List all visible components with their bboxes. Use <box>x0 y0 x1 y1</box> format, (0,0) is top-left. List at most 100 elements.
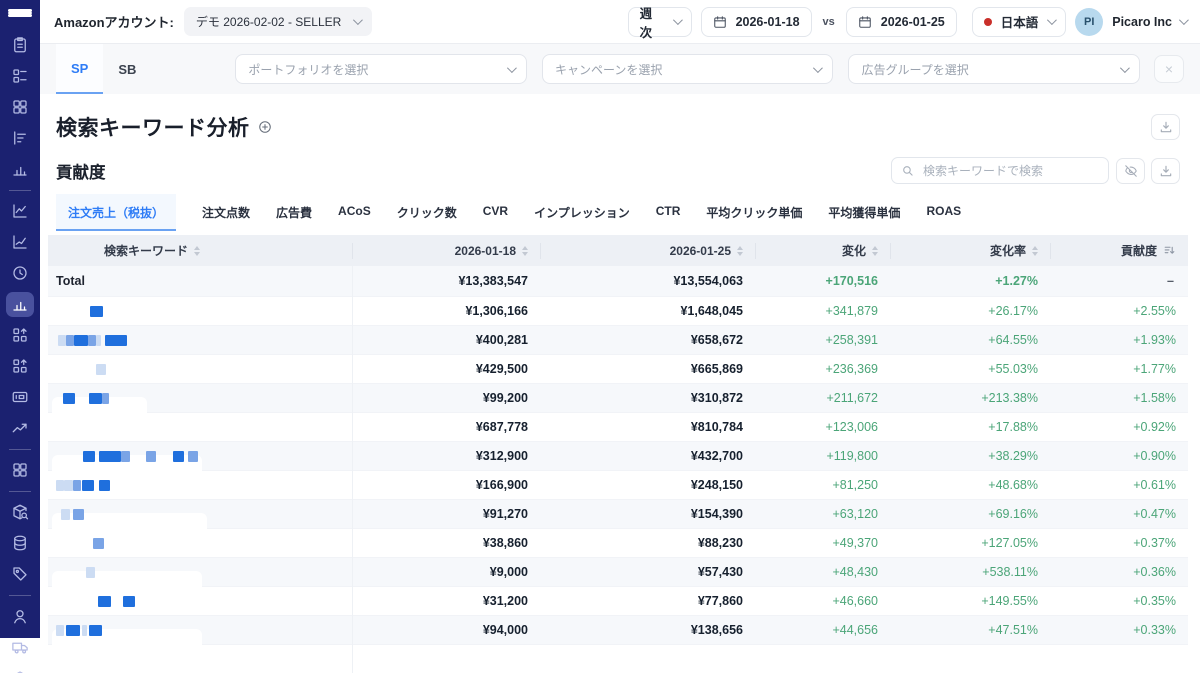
keyword-search[interactable] <box>891 157 1109 184</box>
sidebar-item-line-chart[interactable] <box>6 199 34 224</box>
censored-keyword-cell <box>48 557 352 586</box>
sidebar-item-clock[interactable] <box>6 261 34 286</box>
table-cell: +0.35% <box>1050 586 1188 615</box>
table-row: ¥1,306,166¥1,648,045+341,879+26.17%+2.55… <box>48 296 1188 325</box>
chevron-down-icon <box>1047 15 1057 25</box>
column-header-date-to[interactable]: 2026-01-25 <box>540 235 755 266</box>
hide-columns-button[interactable] <box>1116 158 1145 184</box>
search-input[interactable] <box>921 163 1099 179</box>
table-cell: ¥687,778 <box>352 412 540 441</box>
column-header-keyword[interactable]: 検索キーワード <box>48 235 352 266</box>
download-button[interactable] <box>1151 114 1180 140</box>
sort-icon <box>522 246 528 256</box>
metric-tab-11[interactable]: ROAS <box>926 194 961 231</box>
portfolio-select[interactable]: ポートフォリオを選択 <box>235 54 527 84</box>
sidebar-item-tag[interactable] <box>6 562 34 587</box>
sidebar-item-line-chart-alt[interactable] <box>6 230 34 255</box>
table-row: ¥687,778¥810,784+123,006+17.88%+0.92% <box>48 412 1188 441</box>
download-table-button[interactable] <box>1151 158 1180 184</box>
censored-keyword-cell <box>48 325 352 354</box>
column-header-date-from[interactable]: 2026-01-18 <box>352 235 540 266</box>
column-header-change-rate[interactable]: 変化率 <box>890 235 1050 266</box>
table-cell: ¥1,306,166 <box>352 296 540 325</box>
table-cell: ¥99,200 <box>352 383 540 412</box>
tab-sp[interactable]: SP <box>56 44 103 94</box>
sidebar-item-id-card[interactable] <box>6 385 34 410</box>
trend-up-icon <box>11 419 29 437</box>
table-row: ¥31,200¥77,860+46,660+149.55%+0.35% <box>48 586 1188 615</box>
table-cell: ¥310,872 <box>540 383 755 412</box>
date-from-value: 2026-01-18 <box>736 15 800 29</box>
date-to-picker[interactable]: 2026-01-25 <box>846 7 957 37</box>
table-cell: +0.90% <box>1050 441 1188 470</box>
campaign-select[interactable]: キャンペーンを選択 <box>542 54 834 84</box>
sidebar-item-database[interactable] <box>6 531 34 556</box>
censored-keyword-pixel <box>188 451 198 462</box>
avatar[interactable]: PI <box>1075 8 1103 36</box>
sidebar-item-grid-arrow-up-alt[interactable] <box>6 354 34 379</box>
sidebar-item-user[interactable] <box>6 604 34 629</box>
metric-tab-10[interactable]: 平均獲得単価 <box>828 194 900 231</box>
date-from-picker[interactable]: 2026-01-18 <box>701 7 812 37</box>
table-cell: ¥138,656 <box>540 615 755 644</box>
sort-icon <box>737 246 743 256</box>
column-header-change[interactable]: 変化 <box>755 235 890 266</box>
company-menu[interactable]: Picaro Inc <box>1112 15 1186 29</box>
sidebar-item-layout-grid-alt[interactable] <box>6 458 34 483</box>
column-header-contribution[interactable]: 貢献度 <box>1050 235 1188 266</box>
metric-tab-5[interactable]: クリック数 <box>397 194 457 231</box>
language-selector[interactable]: 日本語 <box>972 7 1067 37</box>
censored-keyword-pixel <box>105 335 127 346</box>
sidebar-item-grid-arrow-up[interactable] <box>6 323 34 348</box>
table-cell: +17.88% <box>890 412 1050 441</box>
metric-tab-9[interactable]: 平均クリック単価 <box>706 194 802 231</box>
table-row: ¥400,281¥658,672+258,391+64.55%+1.93% <box>48 325 1188 354</box>
table-cell: +0.33% <box>1050 615 1188 644</box>
total-change: +170,516 <box>755 266 890 296</box>
grid-arrow-up-icon <box>11 326 29 344</box>
table-cell: ¥57,430 <box>540 557 755 586</box>
japan-flag-icon <box>984 18 992 26</box>
sort-descending-icon <box>1163 244 1176 257</box>
table-cell: ¥9,000 <box>352 557 540 586</box>
table-cell: ¥88,230 <box>540 528 755 557</box>
sidebar-item-layout-grid[interactable] <box>6 95 34 120</box>
sidebar-item-trend-up[interactable] <box>6 416 34 441</box>
period-selector[interactable]: 週次 <box>628 7 692 37</box>
sidebar-item-package-search[interactable] <box>6 500 34 525</box>
sidebar-item-bar-chart-active[interactable] <box>6 292 34 317</box>
table-cell: ¥429,500 <box>352 354 540 383</box>
ad-group-select[interactable]: 広告グループを選択 <box>848 54 1140 84</box>
sidebar-item-chart-rows[interactable] <box>6 126 34 151</box>
table-cell: +123,006 <box>755 412 890 441</box>
metric-tab-7[interactable]: インプレッション <box>534 194 630 231</box>
table-cell: ¥248,150 <box>540 470 755 499</box>
metric-tab-8[interactable]: CTR <box>656 194 681 231</box>
sidebar-item-layout-list[interactable] <box>6 64 34 89</box>
table-cell: ¥658,672 <box>540 325 755 354</box>
metric-tab-1[interactable]: 注文売上（税抜） <box>56 194 176 231</box>
menu-icon[interactable] <box>8 9 32 17</box>
table-row: ¥9,000¥57,430+48,430+538.11%+0.36% <box>48 557 1188 586</box>
metric-tab-4[interactable]: ACoS <box>338 194 371 231</box>
metric-tab-6[interactable]: CVR <box>483 194 508 231</box>
tag-icon <box>11 565 29 583</box>
table-cell: ¥166,900 <box>352 470 540 499</box>
table-cell: +0.37% <box>1050 528 1188 557</box>
account-selector[interactable]: デモ 2026-02-02 - SELLER <box>184 7 372 36</box>
sidebar-item-clipboard[interactable] <box>6 33 34 58</box>
table-cell: ¥154,390 <box>540 499 755 528</box>
clear-filters-button[interactable]: × <box>1154 55 1184 83</box>
metric-tab-3[interactable]: 広告費 <box>276 194 312 231</box>
censored-keyword-pixel <box>56 480 64 491</box>
add-circle-icon[interactable] <box>258 120 272 134</box>
tab-sb[interactable]: SB <box>103 44 151 94</box>
clipboard-icon <box>11 36 29 54</box>
amazon-account-label: Amazonアカウント: <box>54 12 174 31</box>
sidebar <box>0 0 40 638</box>
metric-tab-2[interactable]: 注文点数 <box>202 194 250 231</box>
sidebar-item-bar-chart[interactable] <box>6 157 34 182</box>
table-row: ¥94,000¥138,656+44,656+47.51%+0.33% <box>48 615 1188 644</box>
table-row: ¥91,270¥154,390+63,120+69.16%+0.47% <box>48 499 1188 528</box>
total-change-rate: +1.27% <box>890 266 1050 296</box>
